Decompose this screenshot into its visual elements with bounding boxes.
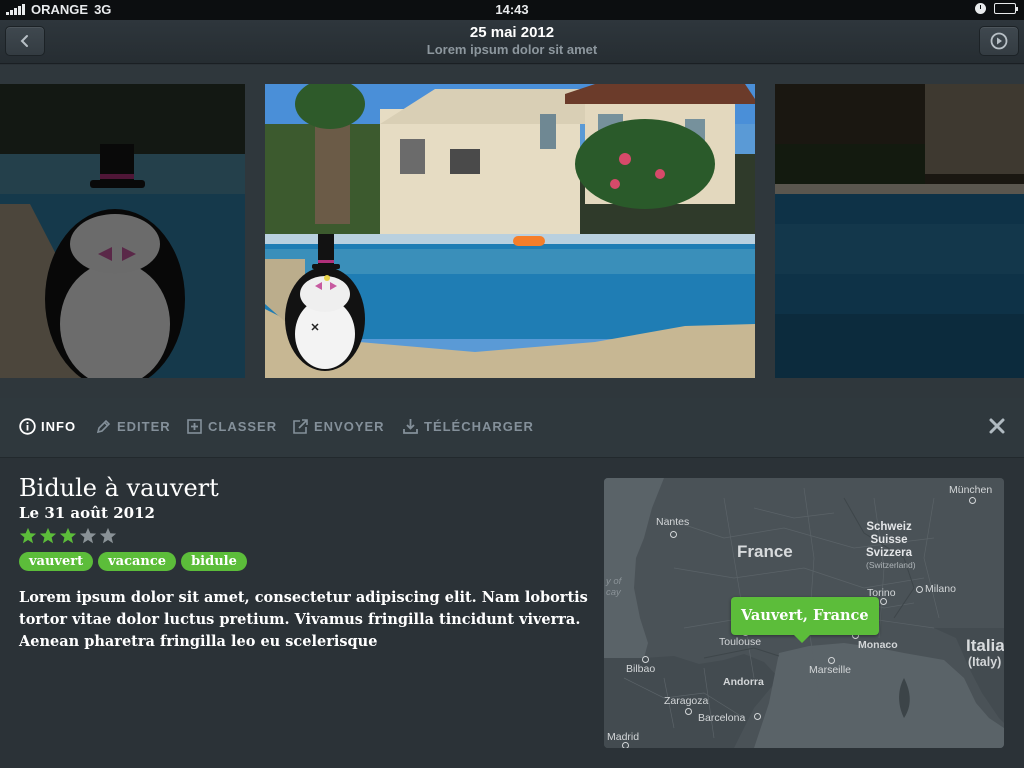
tab-send-label: ENVOYER — [314, 419, 385, 434]
tag-list: vauvert vacance bidule — [19, 552, 247, 571]
photo-viewer-app: ORANGE 3G 14:43 25 mai 2012 Lorem ipsum … — [0, 0, 1024, 768]
navigation-bar: 25 mai 2012 Lorem ipsum dolor sit amet — [0, 20, 1024, 64]
orientation-lock-icon — [975, 3, 986, 14]
map-city-madrid: Madrid — [607, 731, 640, 743]
map-city-milano: Milano — [925, 583, 956, 595]
map-location-pin[interactable]: Vauvert, France — [731, 597, 879, 643]
map-country-switzerland: Schweiz Suisse Svizzera — [866, 521, 913, 559]
photo-carousel[interactable] — [0, 65, 1024, 398]
tab-info-label: INFO — [41, 419, 77, 434]
map-dot-marseille — [828, 657, 835, 664]
map-country-switzerland-sub: (Switzerland) — [866, 560, 916, 570]
close-icon — [989, 418, 1005, 434]
tab-info[interactable]: INFO — [19, 418, 76, 435]
next-photo[interactable] — [775, 84, 1024, 378]
photo-info-panel: Bidule à vauvert Le 31 août 2012 vauvert… — [0, 459, 1024, 768]
tab-classify[interactable]: CLASSER — [186, 418, 277, 435]
location-map[interactable]: y of cay Nantes France München Schweiz S… — [604, 478, 1004, 748]
map-city-zaragoza: Zaragoza — [664, 695, 709, 707]
map-dot-milano — [916, 586, 923, 593]
play-circle-icon — [990, 32, 1008, 50]
map-dot-torino — [880, 598, 887, 605]
photo-description: Lorem ipsum dolor sit amet, consectetur … — [19, 589, 588, 650]
tab-download-label: TÉLÉCHARGER — [424, 419, 534, 434]
page-subtitle: Lorem ipsum dolor sit amet — [426, 42, 598, 57]
info-icon — [19, 418, 36, 435]
star-icon[interactable] — [39, 527, 57, 545]
map-city-monaco: Monaco — [858, 639, 898, 651]
tab-download[interactable]: TÉLÉCHARGER — [402, 418, 534, 435]
map-city-marseille: Marseille — [809, 664, 852, 676]
map-dot-barcelona — [754, 713, 761, 720]
battery-icon — [994, 3, 1018, 14]
tag-vacance[interactable]: vacance — [98, 552, 177, 571]
status-bar: ORANGE 3G 14:43 — [0, 0, 1024, 20]
current-photo[interactable] — [265, 84, 755, 378]
star-rating[interactable] — [19, 527, 117, 545]
close-button[interactable] — [988, 417, 1006, 440]
photo-actions-toolbar: INFO EDITER CLASSER ENVOYER TÉLÉCHARGER — [0, 398, 1024, 458]
tab-edit[interactable]: EDITER — [95, 418, 171, 435]
map-city-bilbao: Bilbao — [626, 663, 656, 675]
star-empty-icon[interactable] — [79, 527, 97, 545]
map-label-bay: y of cay — [606, 576, 622, 598]
slideshow-button[interactable] — [979, 26, 1019, 56]
map-country-italy: Italia — [966, 636, 1004, 655]
map-country-italy-sub: (Italy) — [968, 655, 1002, 669]
star-icon[interactable] — [59, 527, 77, 545]
map-country-france: France — [737, 542, 793, 561]
tab-classify-label: CLASSER — [208, 419, 278, 434]
add-to-album-icon — [187, 419, 202, 434]
photo-date: Le 31 août 2012 — [19, 504, 155, 522]
previous-photo[interactable] — [0, 84, 245, 378]
download-icon — [403, 419, 418, 434]
tag-bidule[interactable]: bidule — [181, 552, 247, 571]
photo-title: Bidule à vauvert — [19, 474, 219, 502]
page-title: 25 mai 2012 — [469, 24, 555, 41]
map-dot-nantes — [670, 531, 677, 538]
share-icon — [293, 419, 308, 434]
clock: 14:43 — [495, 2, 529, 17]
map-city-barcelona: Barcelona — [698, 712, 746, 724]
star-empty-icon[interactable] — [99, 527, 117, 545]
map-city-andorra: Andorra — [723, 676, 764, 688]
map-dot-zaragoza — [685, 708, 692, 715]
map-dot-munchen — [969, 497, 976, 504]
map-city-nantes: Nantes — [656, 516, 690, 528]
star-icon[interactable] — [19, 527, 37, 545]
map-city-toulouse: Toulouse — [719, 636, 762, 648]
pencil-icon — [96, 419, 111, 434]
tab-edit-label: EDITER — [117, 419, 171, 434]
map-dot-bilbao — [642, 656, 649, 663]
map-city-munchen: München — [949, 484, 993, 496]
tab-send[interactable]: ENVOYER — [292, 418, 385, 435]
map-dot-madrid — [622, 742, 629, 748]
tag-vauvert[interactable]: vauvert — [19, 552, 94, 571]
